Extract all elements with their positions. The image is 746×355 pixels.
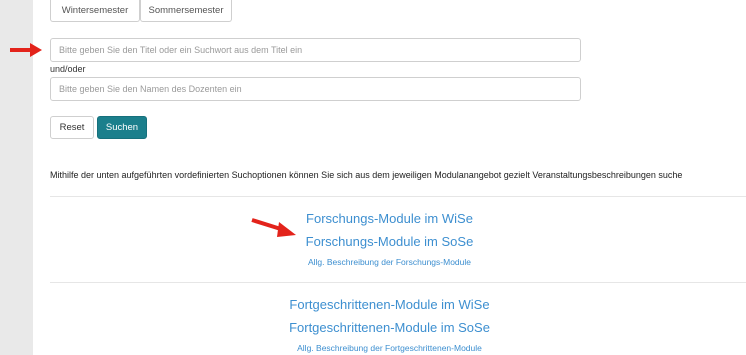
- red-arrow-icon: [10, 43, 42, 57]
- lecturer-search-input[interactable]: Bitte geben Sie den Namen des Dozenten e…: [50, 77, 581, 101]
- fortgeschrittenen-wise-link[interactable]: Fortgeschrittenen-Module im WiSe: [33, 297, 746, 312]
- and-or-label: und/oder: [50, 64, 86, 74]
- title-search-input[interactable]: Bitte geben Sie den Titel oder ein Suchw…: [50, 38, 581, 62]
- lecturer-search-placeholder: Bitte geben Sie den Namen des Dozenten e…: [59, 84, 242, 94]
- sommersemester-button[interactable]: Sommersemester: [140, 0, 232, 22]
- forschungs-description-link[interactable]: Allg. Beschreibung der Forschungs-Module: [33, 257, 746, 267]
- title-search-placeholder: Bitte geben Sie den Titel oder ein Suchw…: [59, 45, 303, 55]
- info-text: Mithilfe der unten aufgeführten vordefin…: [50, 170, 683, 180]
- fortgeschrittenen-sose-link[interactable]: Fortgeschrittenen-Module im SoSe: [33, 320, 746, 335]
- search-button[interactable]: Suchen: [97, 116, 147, 139]
- fortgeschrittenen-description-link[interactable]: Allg. Beschreibung der Fortgeschrittenen…: [33, 343, 746, 353]
- wintersemester-button[interactable]: Wintersemester: [50, 0, 140, 22]
- forschungs-sose-link[interactable]: Forschungs-Module im SoSe: [33, 234, 746, 249]
- search-page: Wintersemester Sommersemester Bitte gebe…: [33, 0, 746, 355]
- forschungs-wise-link[interactable]: Forschungs-Module im WiSe: [33, 211, 746, 226]
- divider: [50, 282, 746, 283]
- reset-button[interactable]: Reset: [50, 116, 94, 139]
- red-arrow-icon: [251, 218, 296, 237]
- divider: [50, 196, 746, 197]
